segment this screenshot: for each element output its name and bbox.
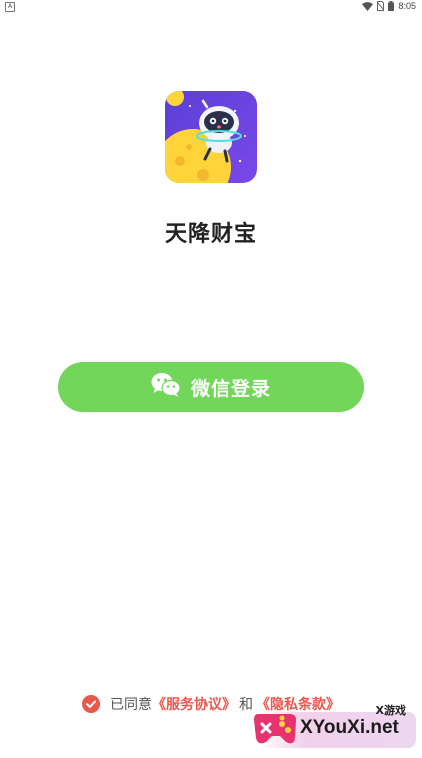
login-screen: A 8:05 天降财宝 微信登录 已同意 《服务协议》 和 《隐私条款》 X游戏…	[0, 0, 422, 758]
battery-icon	[388, 1, 395, 11]
watermark-main: XYouXi.net	[300, 717, 399, 738]
app-name: 天降财宝	[164, 222, 257, 247]
wechat-icon	[151, 372, 181, 402]
service-agreement-link[interactable]: 《服务协议》	[152, 694, 236, 714]
no-sim-icon	[377, 1, 385, 11]
wechat-login-button[interactable]: 微信登录	[58, 362, 364, 412]
watermark-glow	[258, 712, 416, 748]
status-bar: A 8:05	[0, 0, 422, 14]
status-time: 8:05	[398, 1, 416, 11]
wechat-login-label: 微信登录	[190, 377, 271, 400]
agree-checkbox[interactable]	[82, 695, 100, 713]
notification-indicator: A	[5, 2, 15, 12]
status-icons: 8:05	[362, 1, 416, 11]
agreement-row: 已同意 《服务协议》 和 《隐私条款》	[0, 693, 422, 715]
privacy-policy-link[interactable]: 《隐私条款》	[256, 694, 340, 714]
agreement-conjunction: 和	[239, 697, 253, 713]
wifi-icon	[362, 1, 374, 11]
check-circle-icon	[82, 695, 100, 713]
agreement-prefix: 已同意	[110, 697, 152, 713]
app-logo	[165, 91, 257, 183]
